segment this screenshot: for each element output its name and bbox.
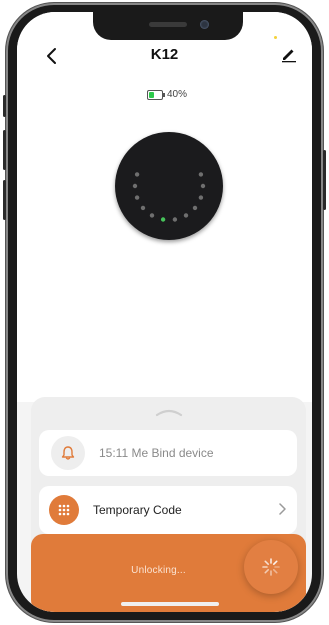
chevron-right-icon — [279, 503, 286, 515]
spinner-spoke — [273, 569, 278, 574]
spinner-spoke — [264, 560, 269, 565]
speaker-grille — [149, 22, 187, 27]
keypad-dot — [132, 183, 138, 189]
keypad-dot — [149, 213, 155, 218]
lock-device-image — [115, 132, 223, 240]
keypad-dot — [134, 195, 140, 200]
lock-header: K12 40% — [17, 12, 312, 402]
edit-pencil-icon — [282, 49, 296, 63]
keypad-dot — [200, 183, 206, 189]
temporary-code-label: Temporary Code — [93, 503, 182, 517]
unlock-bar: Unlocking... — [31, 534, 306, 612]
keypad-dot — [192, 205, 198, 211]
status-dot — [274, 36, 277, 39]
sheet-handle[interactable] — [155, 404, 183, 417]
keypad-dot — [198, 195, 204, 200]
keypad-dot — [140, 205, 146, 211]
loading-spinner-icon — [262, 558, 280, 576]
keypad-dot — [172, 217, 178, 222]
phone-volume-up — [3, 130, 6, 170]
keypad-grid-icon-wrap — [49, 495, 79, 525]
battery-percent: 40% — [167, 89, 188, 100]
edit-button[interactable] — [280, 45, 298, 63]
phone-volume-down — [3, 180, 6, 220]
phone-mute-switch — [3, 95, 6, 117]
keypad-ring — [132, 172, 206, 222]
battery-icon — [147, 89, 165, 100]
recent-activity-text: 15:11 Me Bind device — [99, 446, 214, 460]
front-camera — [200, 20, 209, 29]
battery-level-fill — [149, 91, 154, 98]
recent-activity-card[interactable]: 15:11 Me Bind device — [39, 430, 297, 476]
app-screen: K12 40% 15:11 Me Bind device Temporary C… — [17, 12, 312, 612]
chevron-up-icon — [155, 409, 183, 417]
keypad-dot — [183, 213, 189, 218]
battery-tip — [163, 92, 165, 97]
phone-notch — [93, 12, 243, 40]
spinner-spoke — [264, 569, 269, 574]
keypad-dot — [160, 217, 166, 222]
temporary-code-item[interactable]: Temporary Code — [39, 486, 297, 534]
keypad-dot — [134, 172, 140, 177]
home-indicator — [121, 602, 219, 606]
page-title: K12 — [150, 46, 179, 63]
bell-icon-wrap — [51, 436, 85, 470]
battery-indicator: 40% — [147, 89, 187, 100]
phone-power-button — [323, 150, 326, 210]
keypad-dot — [198, 172, 204, 177]
bell-icon — [61, 446, 75, 460]
keypad-grid-icon — [58, 504, 70, 516]
spinner-spoke — [273, 560, 278, 565]
unlock-button[interactable] — [244, 540, 298, 594]
